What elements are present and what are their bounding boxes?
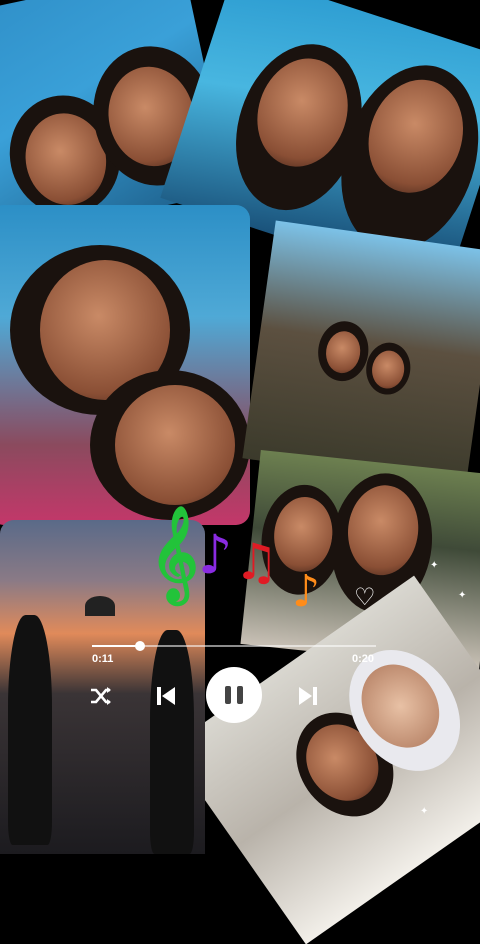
total-duration: 0:20 [352,653,375,665]
sparkle-icon: ✦ [420,806,429,817]
sparkle-icon: ✦ [430,560,439,571]
collage-photo-4 [242,220,480,490]
previous-button[interactable] [152,684,180,708]
pause-icon [225,686,231,704]
skip-previous-icon [157,687,175,705]
next-button[interactable] [294,684,322,708]
heart-sticker-icon: ♡ [354,584,376,611]
elapsed-time: 0:11 [92,653,114,665]
skip-next-icon [299,687,317,705]
music-note-icon: ♪ [198,522,233,586]
sparkle-icon: ✦ [458,590,467,601]
progress-bar[interactable] [92,641,376,651]
pause-icon-bar [237,686,243,704]
treble-clef-icon: 𝄞 [150,505,199,601]
pause-button[interactable] [206,667,262,723]
collage-photo-3 [0,205,250,525]
music-note-icon: ♪ [292,566,321,617]
progress-fill [92,645,141,647]
shuffle-icon [91,687,111,705]
shuffle-button[interactable] [88,684,114,708]
beamed-notes-icon: ♫ [234,532,279,591]
